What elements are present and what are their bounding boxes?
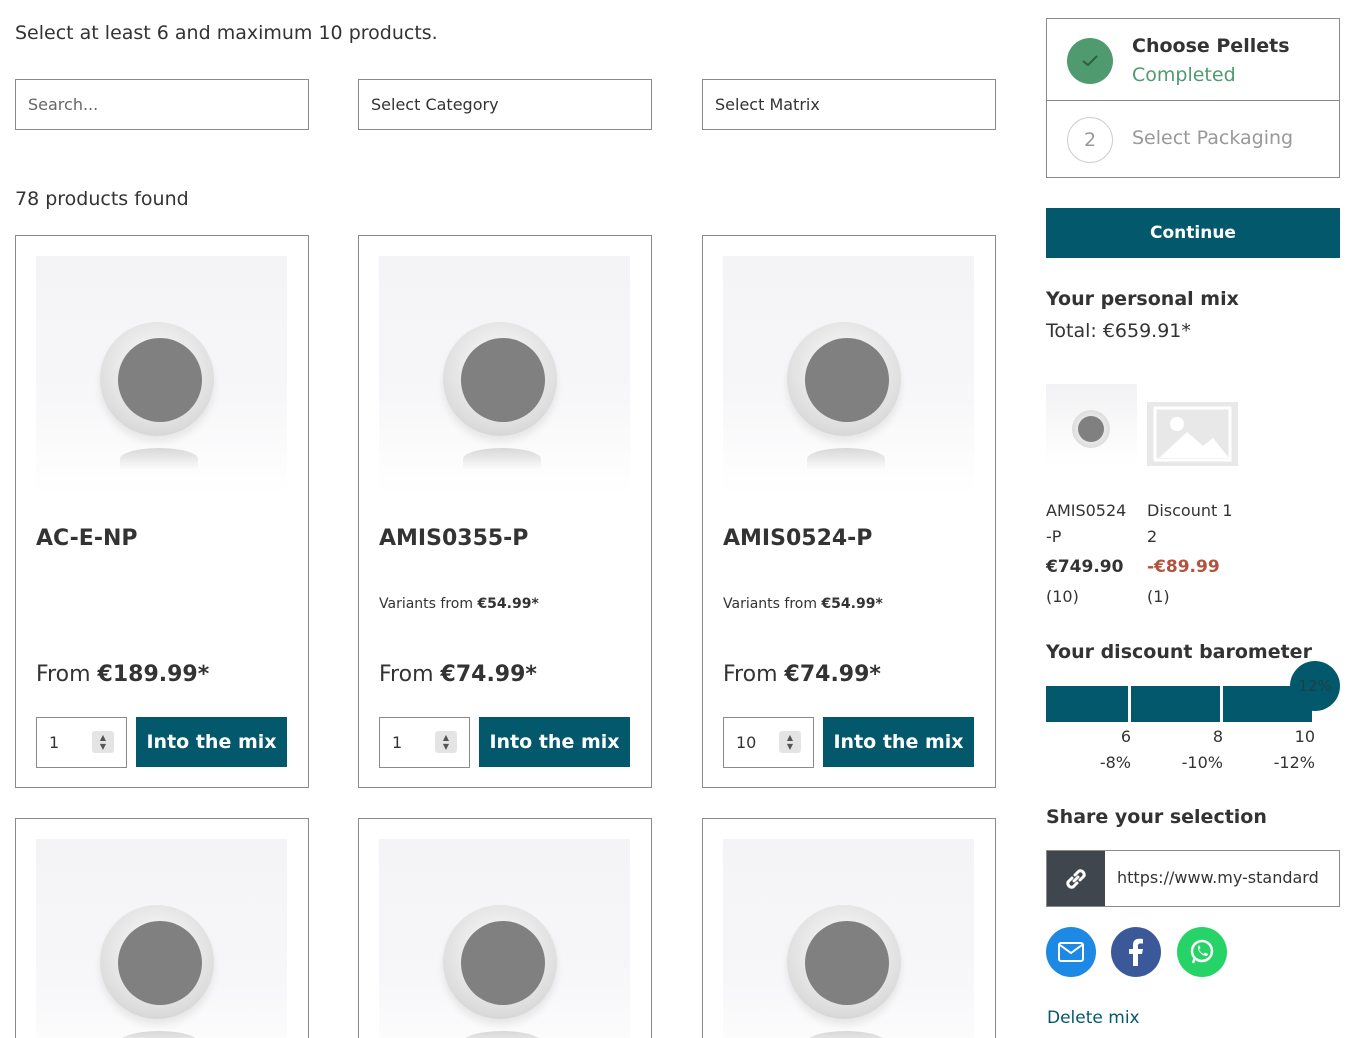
instruction-text: Select at least 6 and maximum 10 product… <box>15 22 438 44</box>
barometer-discount: -12% <box>1273 753 1315 772</box>
into-mix-button[interactable]: Into the mix <box>479 717 630 767</box>
product-image[interactable] <box>723 839 974 1038</box>
product-card <box>15 818 309 1038</box>
product-image[interactable] <box>379 256 630 494</box>
step-choose-pellets[interactable]: Choose Pellets Completed <box>1047 19 1339 101</box>
stepper-arrows-icon[interactable]: ▲ ▼ <box>435 731 457 753</box>
product-card: AC-E-NP From €189.99* 1 ▲ ▼ Into the mix <box>15 235 309 788</box>
results-count: 78 products found <box>15 188 189 210</box>
mix-item-count: (1) <box>1147 587 1170 606</box>
step-select-packaging[interactable]: Select Packaging <box>1132 127 1293 149</box>
quantity-stepper[interactable]: 1 ▲ ▼ <box>379 717 470 768</box>
barometer-segment <box>1131 686 1220 722</box>
mix-title: Your personal mix <box>1046 288 1239 310</box>
share-url[interactable]: https://www.my-standard <box>1117 868 1319 887</box>
stepper-arrows-icon[interactable]: ▲ ▼ <box>779 731 801 753</box>
quantity-stepper[interactable]: 1 ▲ ▼ <box>36 717 127 768</box>
barometer-qty: 8 <box>1212 727 1223 746</box>
mix-item-name-cont: -P <box>1046 527 1062 546</box>
email-icon[interactable] <box>1046 927 1096 977</box>
barometer-qty: 6 <box>1120 727 1131 746</box>
step-progress: Choose Pellets Completed 2 Select Packag… <box>1046 18 1340 178</box>
share-title: Share your selection <box>1046 806 1267 828</box>
search-input[interactable]: Search... <box>15 79 309 130</box>
quantity-stepper[interactable]: 10 ▲ ▼ <box>723 717 814 768</box>
barometer-segment <box>1046 686 1128 722</box>
step-status: Completed <box>1132 64 1236 86</box>
product-image[interactable] <box>723 256 974 494</box>
mix-total: Total: €659.91* <box>1046 320 1191 342</box>
product-name[interactable]: AC-E-NP <box>36 526 138 551</box>
check-icon <box>1067 38 1113 84</box>
step-number: 2 <box>1067 117 1113 163</box>
delete-mix-link[interactable]: Delete mix <box>1047 1008 1140 1028</box>
mix-item-count: (10) <box>1046 587 1079 606</box>
barometer-discount: -10% <box>1181 753 1223 772</box>
product-card <box>702 818 996 1038</box>
product-name[interactable]: AMIS0355-P <box>379 526 528 551</box>
product-image[interactable] <box>36 256 287 494</box>
mix-item: AMIS0524 -P €749.90 (10) <box>1046 498 1141 610</box>
share-link-field[interactable]: https://www.my-standard <box>1046 850 1340 907</box>
into-mix-button[interactable]: Into the mix <box>136 717 287 767</box>
matrix-select[interactable]: Select Matrix <box>702 79 996 130</box>
continue-button[interactable]: Continue <box>1046 208 1340 258</box>
stepper-arrows-icon[interactable]: ▲ ▼ <box>92 731 114 753</box>
whatsapp-icon[interactable] <box>1177 927 1227 977</box>
step-title: Choose Pellets <box>1132 35 1290 57</box>
facebook-icon[interactable] <box>1111 927 1161 977</box>
product-price: From €189.99* <box>36 662 210 687</box>
placeholder-image-icon <box>1147 402 1238 466</box>
mix-item-name-cont: 2 <box>1147 527 1158 546</box>
variants-price: Variants from €54.99* <box>723 596 883 612</box>
product-card: AMIS0355-P Variants from €54.99* From €7… <box>358 235 652 788</box>
mix-item-name: Discount 1 <box>1147 501 1233 520</box>
mix-item-amount: -€89.99 <box>1147 557 1220 577</box>
into-mix-button[interactable]: Into the mix <box>823 717 974 767</box>
barometer-current-badge: 12% <box>1290 661 1340 711</box>
barometer-title: Your discount barometer <box>1046 641 1312 663</box>
mix-item-thumbnail[interactable] <box>1046 384 1137 466</box>
mix-item-amount: €749.90 <box>1046 557 1124 577</box>
barometer-qty: 10 <box>1294 727 1315 746</box>
product-card <box>358 818 652 1038</box>
product-name[interactable]: AMIS0524-P <box>723 526 872 551</box>
variants-price: Variants from €54.99* <box>379 596 539 612</box>
product-card: AMIS0524-P Variants from €54.99* From €7… <box>702 235 996 788</box>
barometer-discount: -8% <box>1099 753 1131 772</box>
product-image[interactable] <box>36 839 287 1038</box>
category-select[interactable]: Select Category <box>358 79 652 130</box>
product-price: From €74.99* <box>723 662 881 687</box>
mix-item: Discount 1 2 -€89.99 (1) <box>1147 498 1247 610</box>
link-icon[interactable] <box>1047 851 1105 906</box>
product-price: From €74.99* <box>379 662 537 687</box>
product-image[interactable] <box>379 839 630 1038</box>
mix-item-name: AMIS0524 <box>1046 501 1127 520</box>
